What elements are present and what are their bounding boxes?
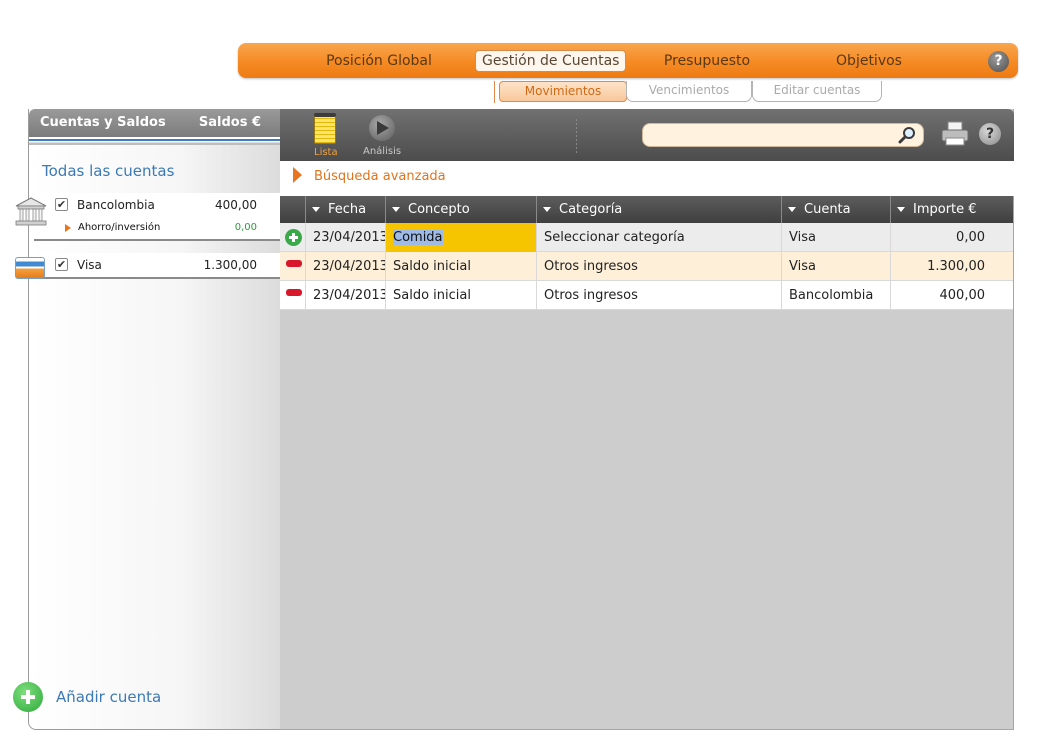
cell-importe[interactable]: 400,00 xyxy=(890,281,1013,310)
tab-vencimientos[interactable]: Vencimientos xyxy=(626,81,752,102)
col-header-cuenta[interactable]: Cuenta xyxy=(781,196,890,223)
sort-down-icon xyxy=(788,207,796,212)
remove-row-icon[interactable] xyxy=(286,260,302,267)
subaccount-name: Ahorro/inversión xyxy=(78,222,161,233)
cell-fecha[interactable]: 23/04/2013 xyxy=(305,252,385,281)
sort-down-icon xyxy=(897,207,905,212)
cell-importe[interactable]: 0,00 xyxy=(890,223,1013,252)
col-header-importe[interactable]: Importe € xyxy=(890,196,1013,223)
nav-gestion-de-cuentas[interactable]: Gestión de Cuentas xyxy=(475,50,627,72)
account-row[interactable]: ✔ Bancolombia 400,00 xyxy=(34,193,283,217)
toolbar: Lista Análisis ? xyxy=(280,109,1014,161)
bank-icon xyxy=(15,197,47,226)
accounts-header-saldos: Saldos € xyxy=(198,115,261,130)
cell-cuenta[interactable]: Visa xyxy=(781,252,890,281)
help-icon[interactable]: ? xyxy=(988,51,1009,72)
table-row[interactable]: 23/04/2013 Saldo inicial Otros ingresos … xyxy=(280,252,1013,281)
toolbar-help-icon[interactable]: ? xyxy=(979,123,1001,145)
selected-text[interactable]: Comida xyxy=(393,230,443,245)
account-card-bancolombia[interactable]: ✔ Bancolombia 400,00 Ahorro/inversión 0,… xyxy=(34,193,283,241)
nav-posicion-global[interactable]: Posición Global xyxy=(324,50,434,72)
subaccount-balance: 0,00 xyxy=(234,222,257,233)
advanced-search-arrow-icon[interactable] xyxy=(293,167,302,183)
main-nav: Posición Global Gestión de Cuentas Presu… xyxy=(238,43,1018,78)
account-balance: 400,00 xyxy=(215,198,257,212)
search-icon[interactable] xyxy=(897,126,917,144)
search-box[interactable] xyxy=(642,123,924,147)
list-notebook-icon[interactable] xyxy=(314,113,336,144)
all-accounts-link[interactable]: Todas las cuentas xyxy=(42,162,174,180)
credit-card-icon xyxy=(15,257,45,279)
add-account-icon[interactable] xyxy=(13,682,43,712)
tab-editar-cuentas[interactable]: Editar cuentas xyxy=(752,81,882,102)
nav-presupuesto[interactable]: Presupuesto xyxy=(653,50,761,72)
accounts-header: Cuentas y Saldos Saldos € xyxy=(29,109,281,137)
cell-fecha[interactable]: 23/04/2013 xyxy=(305,281,385,310)
cell-concepto-editing[interactable]: Comida xyxy=(385,223,536,252)
add-row-icon[interactable] xyxy=(285,229,302,246)
cell-concepto[interactable]: Saldo inicial xyxy=(385,281,536,310)
cell-cuenta[interactable]: Visa xyxy=(781,223,890,252)
advanced-search-link[interactable]: Búsqueda avanzada xyxy=(314,169,446,184)
account-checkbox[interactable]: ✔ xyxy=(55,258,68,271)
subaccount-row[interactable]: Ahorro/inversión 0,00 xyxy=(34,217,283,239)
col-header-categoria[interactable]: Categoría xyxy=(536,196,781,223)
header-stripe xyxy=(29,137,281,145)
cell-importe[interactable]: 1.300,00 xyxy=(890,252,1013,281)
add-account-link[interactable]: Añadir cuenta xyxy=(56,688,161,706)
cell-categoria[interactable]: Seleccionar categoría xyxy=(536,223,781,252)
analysis-play-icon[interactable] xyxy=(369,115,395,141)
col-header-concepto[interactable]: Concepto xyxy=(385,196,536,223)
view-lista-label[interactable]: Lista xyxy=(314,147,338,158)
col-header-fecha[interactable]: Fecha xyxy=(305,196,385,223)
account-balance: 1.300,00 xyxy=(203,258,257,272)
sort-down-icon xyxy=(392,207,400,212)
remove-row-icon[interactable] xyxy=(286,289,302,296)
account-name: Bancolombia xyxy=(77,198,155,212)
toolbar-separator xyxy=(576,119,577,153)
nav-objetivos[interactable]: Objetivos xyxy=(824,50,914,72)
account-checkbox[interactable]: ✔ xyxy=(55,198,68,211)
cell-cuenta[interactable]: Bancolombia xyxy=(781,281,890,310)
table-row[interactable]: 23/04/2013 Comida Seleccionar categoría … xyxy=(280,223,1013,252)
movements-panel: Lista Análisis ? Búsqueda avanzada Fecha… xyxy=(280,109,1014,730)
view-analisis-label[interactable]: Análisis xyxy=(363,146,401,157)
account-name: Visa xyxy=(77,258,102,272)
cell-concepto[interactable]: Saldo inicial xyxy=(385,252,536,281)
expand-arrow-icon[interactable] xyxy=(65,224,71,232)
sort-down-icon xyxy=(543,207,551,212)
table-header: Fecha Concepto Categoría Cuenta Importe … xyxy=(280,196,1013,223)
search-input[interactable] xyxy=(651,127,881,143)
subtabs: Movimientos Vencimientos Editar cuentas xyxy=(494,81,884,103)
account-card-visa[interactable]: ✔ Visa 1.300,00 xyxy=(34,253,283,279)
account-row[interactable]: ✔ Visa 1.300,00 xyxy=(34,253,283,277)
tab-movimientos[interactable]: Movimientos xyxy=(499,81,627,102)
sort-down-icon xyxy=(312,207,320,212)
cell-categoria[interactable]: Otros ingresos xyxy=(536,252,781,281)
table-row[interactable]: 23/04/2013 Saldo inicial Otros ingresos … xyxy=(280,281,1013,310)
accounts-header-title: Cuentas y Saldos xyxy=(40,115,166,130)
printer-icon[interactable] xyxy=(940,121,970,147)
cell-fecha[interactable]: 23/04/2013 xyxy=(305,223,385,252)
cell-categoria[interactable]: Otros ingresos xyxy=(536,281,781,310)
accounts-panel: Cuentas y Saldos Saldos € Todas las cuen… xyxy=(28,109,283,730)
movements-table: Fecha Concepto Categoría Cuenta Importe … xyxy=(280,196,1013,310)
